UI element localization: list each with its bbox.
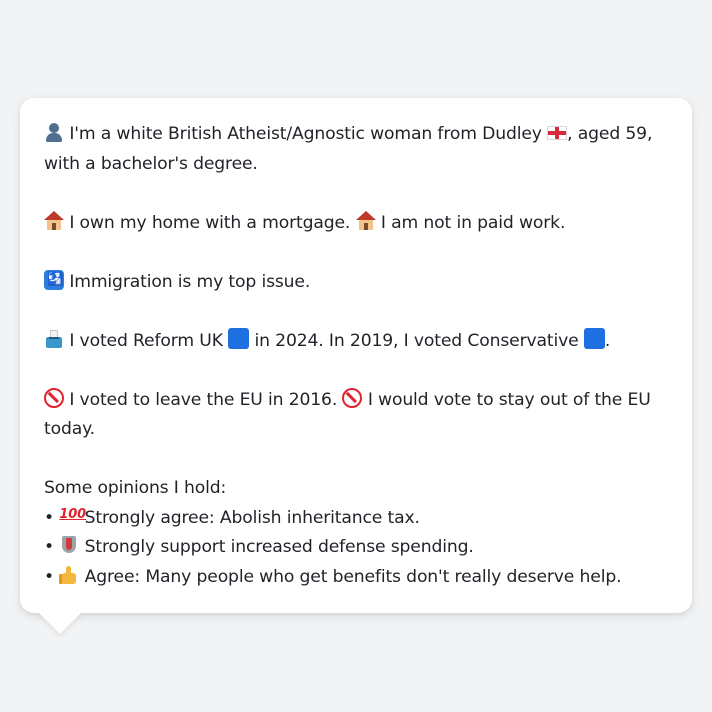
prohibited-icon [44, 387, 64, 408]
opinion-item: • 100 Strongly agree: Abolish inheritanc… [44, 504, 668, 534]
person-silhouette-icon [44, 122, 64, 142]
eu-paragraph: I voted to leave the EU in 2016. I would… [44, 386, 668, 445]
ballot-box-icon [44, 329, 64, 349]
eu-line-1: I voted to leave the EU in 2016. I would… [44, 386, 668, 416]
england-flag-icon [547, 126, 568, 140]
blue-square-icon [583, 327, 605, 349]
opinion-item: • Agree: Many people who get benefits do… [44, 563, 668, 593]
age-text: , aged 59, [567, 124, 653, 144]
opinion-text: Agree: Many people who get benefits don'… [84, 566, 622, 587]
eu-line-2: today. [44, 419, 95, 439]
vote-2019-text: in 2024. In 2019, I voted Conservative [254, 330, 579, 351]
eu-today-text: I would vote to stay out of the EU [367, 389, 651, 410]
intro-line-1: I'm a white British Atheist/Agnostic wom… [44, 120, 668, 150]
employment-text: I am not in paid work. [380, 212, 566, 233]
passport-control-icon: 🛂 [44, 269, 64, 290]
bullet: • [44, 507, 54, 528]
eu-2016-text: I voted to leave the EU in 2016. [69, 389, 338, 410]
home-paragraph: I own my home with a mortgage. I am not … [44, 209, 668, 239]
top-issue-text: Immigration is my top issue. [69, 271, 311, 292]
opinion-item: • Strongly support increased defense spe… [44, 533, 668, 563]
vote-period: . [604, 330, 611, 351]
thumbs-up-icon [59, 565, 79, 585]
bullet: • [44, 537, 54, 557]
opinion-text: Strongly support increased defense spend… [84, 537, 474, 557]
prohibited-icon [342, 387, 363, 408]
vote-paragraph: I voted Reform UK in 2024. In 2019, I vo… [44, 327, 668, 357]
opinion-text: Strongly agree: Abolish inheritance tax. [84, 507, 420, 528]
intro-paragraph: I'm a white British Atheist/Agnostic wom… [44, 120, 668, 179]
opinions-heading: Some opinions I hold: [44, 478, 227, 498]
shield-icon [59, 535, 79, 555]
vote-2024-text: I voted Reform UK [69, 330, 223, 351]
bubble-tail [38, 612, 82, 634]
intro-text: I'm a white British Atheist/Agnostic wom… [69, 124, 542, 144]
issue-paragraph: 🛂 Immigration is my top issue. [44, 268, 668, 298]
home-ownership-text: I own my home with a mortgage. [69, 212, 351, 233]
house-icon [355, 210, 376, 231]
blue-square-icon [228, 327, 250, 349]
opinions-section: Some opinions I hold: • 100 Strongly agr… [44, 474, 668, 592]
house-icon [44, 210, 64, 231]
persona-message-bubble: I'm a white British Atheist/Agnostic wom… [20, 98, 692, 613]
hundred-points-icon: 100 [59, 506, 87, 522]
intro-line-2: with a bachelor's degree. [44, 153, 258, 174]
bullet: • [44, 566, 54, 587]
